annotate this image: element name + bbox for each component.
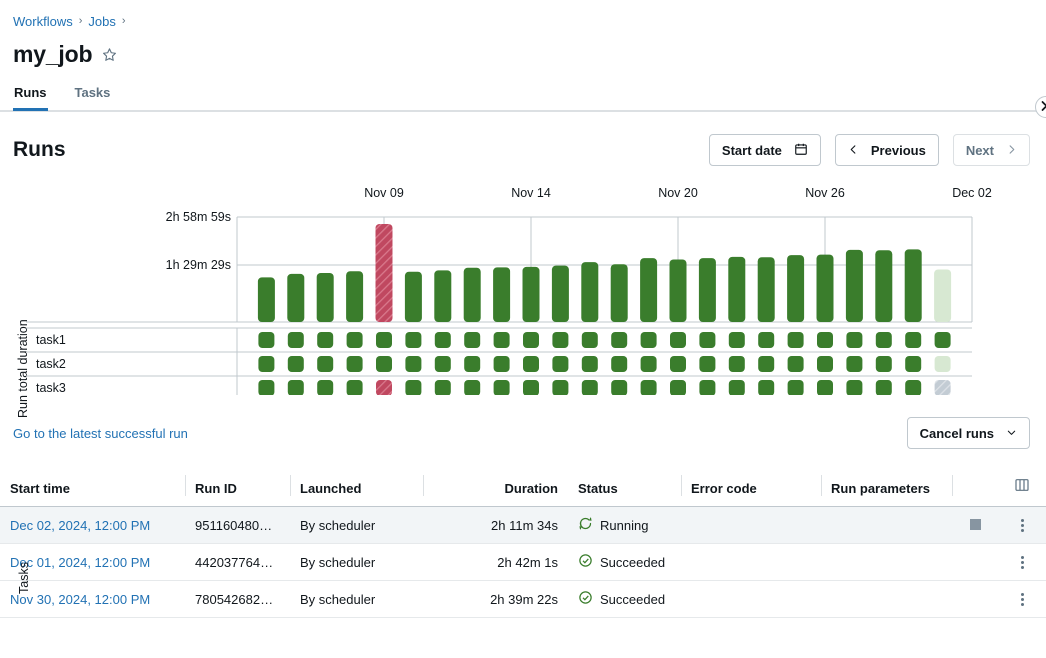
check-circle-icon — [578, 590, 593, 608]
previous-button[interactable]: Previous — [835, 134, 939, 166]
runs-chart: Run total duration Tasks 2h 58m 59s1h 29… — [0, 180, 1046, 395]
run-start-time-link[interactable]: Nov 30, 2024, 12:00 PM — [10, 592, 150, 607]
cell-menu — [998, 507, 1046, 544]
column-header-error-code[interactable]: Error code — [681, 471, 821, 507]
svg-text:Dec 02: Dec 02 — [952, 186, 992, 200]
runs-toolbar: Runs Start date Previous Next — [0, 112, 1046, 166]
runs-heading: Runs — [13, 138, 66, 162]
cell-action — [952, 581, 998, 618]
cancel-runs-button[interactable]: Cancel runs — [907, 417, 1030, 449]
svg-text:task2: task2 — [36, 357, 66, 371]
column-header-actions — [952, 471, 998, 507]
cell-error-code — [681, 507, 821, 544]
breadcrumb: Workflows › Jobs › — [13, 12, 1046, 30]
svg-text:task1: task1 — [36, 333, 66, 347]
kebab-menu-icon[interactable] — [1008, 556, 1036, 569]
cell-error-code — [681, 581, 821, 618]
svg-text:2h 58m 59s: 2h 58m 59s — [166, 210, 231, 224]
svg-text:Nov 14: Nov 14 — [511, 186, 551, 200]
cell-menu — [998, 581, 1046, 618]
latest-successful-run-link[interactable]: Go to the latest successful run — [13, 426, 188, 441]
column-header-run-parameters[interactable]: Run parameters — [821, 471, 952, 507]
chart-tasks-label: Tasks — [17, 562, 31, 594]
column-header-launched[interactable]: Launched — [290, 471, 423, 507]
run-start-time-link[interactable]: Dec 02, 2024, 12:00 PM — [10, 518, 150, 533]
status-label: Succeeded — [600, 592, 665, 607]
cell-start-time: Dec 02, 2024, 12:00 PM — [0, 507, 185, 544]
chart-svg[interactable]: 2h 58m 59s 1h 29m 29s Nov 09 Nov 14 Nov 20 No… — [0, 180, 1046, 395]
cell-launched: By scheduler — [290, 544, 423, 581]
cell-status: Running — [568, 507, 681, 544]
chevron-right-icon — [1006, 143, 1017, 158]
cell-run-parameters — [821, 544, 952, 581]
svg-text:task3: task3 — [36, 381, 66, 395]
cell-run-id: 780542682… — [185, 581, 290, 618]
previous-label: Previous — [871, 143, 926, 158]
star-outline-icon[interactable] — [102, 47, 117, 62]
cell-launched: By scheduler — [290, 581, 423, 618]
start-date-label: Start date — [722, 143, 782, 158]
cell-action — [952, 507, 998, 544]
kebab-menu-icon[interactable] — [1008, 593, 1036, 606]
column-header-start-time[interactable]: Start time — [0, 471, 185, 507]
next-label: Next — [966, 143, 994, 158]
start-date-button[interactable]: Start date — [709, 134, 821, 166]
table-row[interactable]: Dec 02, 2024, 12:00 PM 951160480…By sched… — [0, 507, 1046, 544]
cell-action — [952, 544, 998, 581]
breadcrumb-item-jobs[interactable]: Jobs — [88, 14, 115, 29]
runs-midrow: Go to the latest successful run Cancel r… — [0, 417, 1046, 449]
kebab-menu-icon[interactable] — [1008, 519, 1036, 532]
breadcrumb-item-workflows[interactable]: Workflows — [13, 14, 73, 29]
calendar-icon — [794, 142, 808, 159]
column-header-status[interactable]: Status — [568, 471, 681, 507]
cell-run-id: 442037764… — [185, 544, 290, 581]
svg-text:Nov 20: Nov 20 — [658, 186, 698, 200]
run-start-time-link[interactable]: Dec 01, 2024, 12:00 PM — [10, 555, 150, 570]
svg-text:1h 29m 29s: 1h 29m 29s — [166, 258, 231, 272]
columns-settings-icon — [1014, 481, 1030, 496]
cell-error-code — [681, 544, 821, 581]
cell-duration: 2h 39m 22s — [423, 581, 568, 618]
page-title: my_job — [13, 41, 92, 68]
tab-runs[interactable]: Runs — [13, 85, 48, 111]
check-circle-icon — [578, 553, 593, 571]
cell-duration: 2h 11m 34s — [423, 507, 568, 544]
cell-status: Succeeded — [568, 544, 681, 581]
svg-text:Nov 26: Nov 26 — [805, 186, 845, 200]
column-header-duration[interactable]: Duration — [423, 471, 568, 507]
cell-menu — [998, 544, 1046, 581]
tab-bar: Runs Tasks — [0, 84, 1046, 111]
table-row[interactable]: Dec 01, 2024, 12:00 PM 442037764…By sched… — [0, 544, 1046, 581]
table-header-row: Start time Run ID Launched Duration Stat… — [0, 471, 1046, 507]
cell-run-parameters — [821, 581, 952, 618]
column-header-run-id[interactable]: Run ID — [185, 471, 290, 507]
status-label: Running — [600, 518, 648, 533]
runs-table: Start time Run ID Launched Duration Stat… — [0, 471, 1046, 618]
chevron-left-icon — [848, 143, 859, 158]
cell-status: Succeeded — [568, 581, 681, 618]
stop-square-icon[interactable] — [970, 519, 981, 530]
cell-run-id: 951160480… — [185, 507, 290, 544]
cancel-runs-label: Cancel runs — [920, 426, 994, 441]
columns-settings-button[interactable] — [998, 471, 1046, 507]
table-row[interactable]: Nov 30, 2024, 12:00 PM 780542682…By sched… — [0, 581, 1046, 618]
tab-tasks[interactable]: Tasks — [74, 85, 112, 111]
next-button[interactable]: Next — [953, 134, 1030, 166]
refresh-running-icon — [578, 516, 593, 534]
breadcrumb-separator: › — [79, 15, 83, 27]
status-label: Succeeded — [600, 555, 665, 570]
breadcrumb-separator: › — [122, 15, 126, 27]
page-header: Workflows › Jobs › my_job Runs Tasks — [0, 0, 1046, 112]
cell-run-parameters — [821, 507, 952, 544]
svg-text:Nov 09: Nov 09 — [364, 186, 404, 200]
chevron-down-icon — [1006, 426, 1017, 441]
cell-duration: 2h 42m 1s — [423, 544, 568, 581]
cell-launched: By scheduler — [290, 507, 423, 544]
